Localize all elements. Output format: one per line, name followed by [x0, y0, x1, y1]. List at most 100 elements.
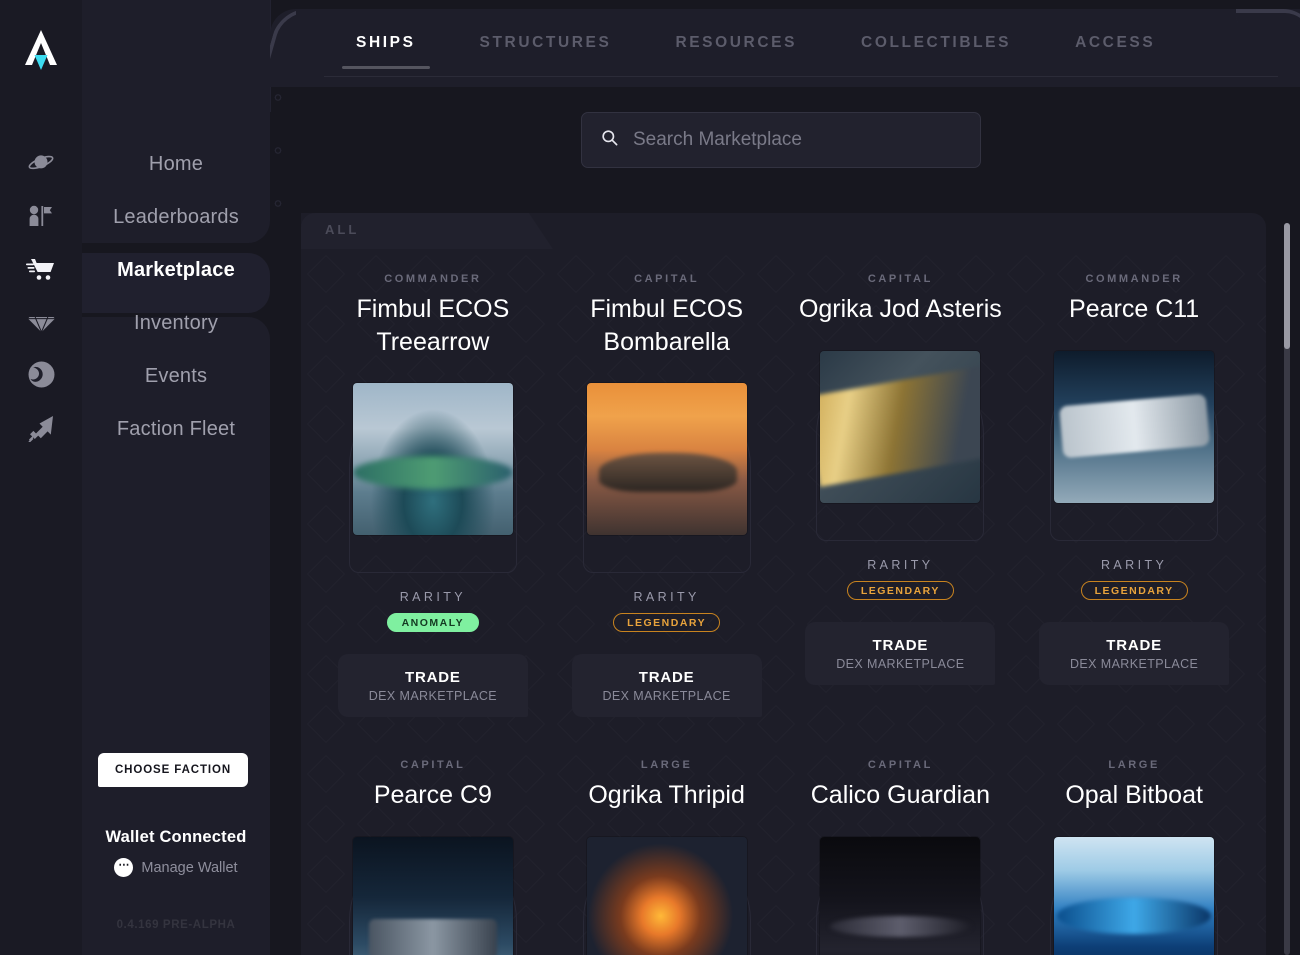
- tab-ships[interactable]: SHIPS: [324, 9, 448, 77]
- card-artwork-wrapper: [335, 383, 531, 578]
- manage-wallet-button[interactable]: ⋯ Manage Wallet: [82, 858, 270, 877]
- card-artwork-wrapper: [569, 383, 765, 578]
- sidebar-item-leaderboards[interactable]: Leaderboards: [82, 191, 270, 244]
- rarity-label: RARITY: [399, 590, 466, 604]
- icon-rail: [0, 0, 82, 955]
- filter-tab-all[interactable]: ALL: [301, 213, 553, 249]
- marketplace-app: SHIPS STRUCTURES RESOURCES COLLECTIBLES ACCE…: [0, 0, 1300, 955]
- search-bar[interactable]: [581, 112, 981, 168]
- wallet-section: Wallet Connected ⋯ Manage Wallet: [82, 828, 270, 877]
- rarity-label: RARITY: [633, 590, 700, 604]
- card-artwork-image: [1054, 837, 1215, 955]
- trade-button-sublabel: DEX MARKETPLACE: [602, 688, 731, 703]
- ship-card[interactable]: CAPITAL Calico Guardian: [799, 759, 1003, 955]
- tab-resources[interactable]: RESOURCES: [643, 9, 829, 77]
- star-atlas-logo[interactable]: [0, 18, 82, 80]
- card-title: Ogrika Thripid: [588, 781, 745, 809]
- card-artwork-wrapper: [1036, 837, 1232, 955]
- search-input[interactable]: [633, 129, 962, 151]
- card-artwork-wrapper: [1036, 351, 1232, 546]
- fleet-rocket-icon[interactable]: [0, 401, 82, 454]
- ellipsis-icon: ⋯: [114, 858, 134, 877]
- card-artwork-wrapper: [802, 351, 998, 546]
- card-category-label: CAPITAL: [400, 759, 466, 771]
- card-artwork-wrapper: [335, 837, 531, 955]
- card-artwork-image: [586, 383, 747, 535]
- version-label: 0.4.169 PRE-ALPHA: [116, 919, 236, 931]
- trade-button[interactable]: TRADE DEX MARKETPLACE: [1039, 622, 1230, 685]
- ship-card[interactable]: CAPITAL Ogrika Jod Asteris RARITY LEGENDARY…: [799, 273, 1003, 717]
- rarity-label: RARITY: [1101, 558, 1168, 572]
- planet-icon[interactable]: [0, 136, 82, 189]
- filter-tab-label: ALL: [325, 222, 360, 237]
- card-category-label: CAPITAL: [867, 759, 933, 771]
- sidebar-item-inventory[interactable]: Inventory: [82, 297, 270, 350]
- rarity-badge: LEGENDARY: [1080, 581, 1188, 600]
- card-title: Calico Guardian: [810, 781, 990, 809]
- rail-mask: [0, 307, 82, 317]
- rarity-badge: LEGENDARY: [846, 581, 954, 600]
- cards-scroll-area[interactable]: COMMANDER Fimbul ECOS Treearrow RARITY ANOM…: [301, 249, 1266, 955]
- rarity-label: RARITY: [867, 558, 934, 572]
- search-icon: [600, 128, 619, 152]
- trade-button[interactable]: TRADE DEX MARKETPLACE: [805, 622, 996, 685]
- card-artwork-image: [352, 383, 513, 535]
- ship-card[interactable]: CAPITAL Pearce C9: [331, 759, 535, 955]
- rarity-badge: ANOMALY: [386, 613, 479, 632]
- sidebar-nav: Home Leaderboards Marketplace Inventory Even…: [82, 138, 270, 456]
- ship-card[interactable]: CAPITAL Fimbul ECOS Bombarella RARITY LEGEN…: [565, 273, 769, 717]
- diamond-icon[interactable]: [0, 295, 82, 348]
- card-title: Opal Bitboat: [1065, 781, 1203, 809]
- card-category-label: LARGE: [640, 759, 693, 771]
- card-title: Fimbul ECOS Bombarella: [590, 295, 744, 356]
- marketplace-content-panel: ALL COMMANDER Fimbul ECOS Treearrow RARITY…: [301, 213, 1266, 955]
- trade-button[interactable]: TRADE DEX MARKETPLACE: [337, 654, 528, 717]
- card-title: Pearce C9: [373, 781, 492, 809]
- ship-cards-grid: COMMANDER Fimbul ECOS Treearrow RARITY ANOM…: [301, 249, 1266, 955]
- top-navigation-bar: SHIPS STRUCTURES RESOURCES COLLECTIBLES ACCE…: [270, 9, 1300, 87]
- trade-button-label: TRADE: [872, 636, 929, 654]
- card-title: Fimbul ECOS Treearrow: [356, 295, 510, 356]
- tab-structures[interactable]: STRUCTURES: [448, 9, 644, 77]
- card-artwork-image: [1054, 351, 1215, 503]
- ship-card[interactable]: LARGE Opal Bitboat: [1032, 759, 1236, 955]
- sidebar-item-marketplace[interactable]: Marketplace: [82, 244, 270, 297]
- ship-card[interactable]: LARGE Ogrika Thripid: [565, 759, 769, 955]
- card-artwork-image: [820, 837, 981, 955]
- card-category-label: CAPITAL: [867, 273, 933, 285]
- category-tabs: SHIPS STRUCTURES RESOURCES COLLECTIBLES ACCE…: [324, 9, 1187, 77]
- ship-card[interactable]: COMMANDER Pearce C11 RARITY LEGENDARY TRADE D…: [1032, 273, 1236, 717]
- card-category-label: CAPITAL: [634, 273, 700, 285]
- sidebar-item-home[interactable]: Home: [82, 138, 270, 191]
- card-artwork-image: [820, 351, 981, 503]
- trade-button-sublabel: DEX MARKETPLACE: [836, 656, 965, 671]
- card-title: Pearce C11: [1069, 295, 1200, 323]
- ship-card[interactable]: COMMANDER Fimbul ECOS Treearrow RARITY ANOM…: [331, 273, 535, 717]
- tabs-underline: [324, 76, 1278, 77]
- card-category-label: LARGE: [1108, 759, 1160, 771]
- trade-button[interactable]: TRADE DEX MARKETPLACE: [571, 654, 762, 717]
- trade-button-sublabel: DEX MARKETPLACE: [368, 688, 497, 703]
- trade-button-label: TRADE: [405, 668, 461, 686]
- choose-faction-button[interactable]: CHOOSE FACTION: [98, 753, 248, 787]
- trade-button-label: TRADE: [1106, 636, 1162, 654]
- rail-icon-list: [0, 136, 82, 454]
- trade-button-label: TRADE: [638, 668, 695, 686]
- card-title: Ogrika Jod Asteris: [798, 295, 1002, 323]
- rarity-badge: LEGENDARY: [613, 613, 721, 632]
- astronaut-flag-icon[interactable]: [0, 189, 82, 242]
- card-artwork-wrapper: [802, 837, 998, 955]
- rail-mask: [0, 243, 82, 253]
- scrollbar-thumb[interactable]: [1284, 223, 1290, 349]
- card-category-label: COMMANDER: [384, 273, 482, 285]
- trade-button-sublabel: DEX MARKETPLACE: [1069, 656, 1199, 671]
- sidebar-item-faction-fleet[interactable]: Faction Fleet: [82, 403, 270, 456]
- tab-access[interactable]: ACCESS: [1043, 9, 1187, 77]
- card-artwork-wrapper: [569, 837, 765, 955]
- card-artwork-image: [352, 837, 513, 955]
- tab-collectibles[interactable]: COLLECTIBLES: [829, 9, 1043, 77]
- card-artwork-image: [586, 837, 747, 955]
- manage-wallet-label: Manage Wallet: [141, 859, 238, 876]
- faction-emblem-icon[interactable]: [0, 348, 82, 401]
- sidebar-item-events[interactable]: Events: [82, 350, 270, 403]
